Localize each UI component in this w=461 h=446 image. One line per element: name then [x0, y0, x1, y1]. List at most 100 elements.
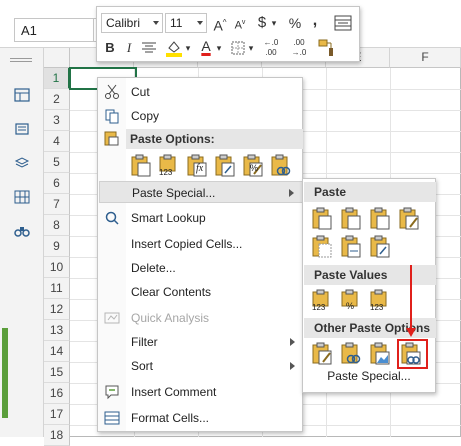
values-number-format-icon[interactable]: % [340, 289, 362, 313]
paste-formulas-icon[interactable] [340, 207, 362, 231]
row-header[interactable]: 11 [44, 278, 70, 299]
paste-icon[interactable] [130, 154, 152, 178]
comment-icon [105, 385, 119, 400]
font-size-value: 11 [170, 16, 183, 30]
wrap-merge-icon[interactable] [333, 15, 353, 31]
cut-label: Cut [131, 85, 150, 99]
row-header[interactable]: 10 [44, 257, 70, 278]
row-header[interactable]: 1 [44, 68, 70, 89]
values-source-formatting-icon[interactable]: 123 [369, 289, 391, 313]
filter-menu-item[interactable]: Filter [99, 331, 303, 353]
currency-button[interactable]: $ [255, 13, 269, 33]
bold-button[interactable]: B [103, 38, 117, 58]
row-header[interactable]: 6 [44, 173, 70, 194]
borders-dropdown-icon[interactable]: ▾ [247, 38, 255, 58]
transpose-icon[interactable] [369, 235, 391, 259]
paste-link-icon[interactable] [270, 154, 292, 178]
font-name-value: Calibri [106, 16, 141, 30]
clear-contents-menu-item[interactable]: Clear Contents [99, 281, 303, 303]
row-header[interactable]: 18 [44, 425, 70, 446]
name-box[interactable]: A1 [14, 18, 94, 42]
keep-source-formatting-icon[interactable] [398, 207, 420, 231]
percent-button[interactable]: % [287, 13, 303, 33]
paste-values-icon[interactable]: 123 [158, 154, 180, 178]
annotation-arrow-line [410, 265, 412, 331]
paste-icon[interactable] [311, 207, 333, 231]
workbook-icon[interactable] [14, 88, 30, 102]
paste-transpose-icon[interactable] [214, 154, 236, 178]
column-header-f[interactable]: F [390, 48, 461, 68]
row-header[interactable]: 5 [44, 152, 70, 173]
copy-menu-item[interactable]: Copy [99, 105, 303, 127]
currency-dropdown-icon[interactable]: ▾ [269, 13, 279, 33]
paste-special-link[interactable]: Paste Special... [303, 369, 435, 383]
no-borders-icon[interactable] [311, 235, 333, 259]
row-header[interactable]: 12 [44, 299, 70, 320]
binoculars-icon[interactable] [14, 224, 30, 238]
borders-icon[interactable] [231, 41, 245, 55]
mini-toolbar: Calibri 11 A^ Av $ ▾ % , B I ▾ A ▾ ▾ ←.0… [96, 6, 360, 62]
row-header[interactable]: 4 [44, 131, 70, 152]
submenu-arrow-icon [290, 338, 295, 346]
shrink-font-button[interactable]: Av [232, 13, 248, 33]
format-cells-menu-item[interactable]: Format Cells... [99, 407, 303, 429]
values-icon[interactable]: 123 [311, 289, 333, 313]
insert-comment-menu-item[interactable]: Insert Comment [99, 381, 303, 403]
grid-view-icon[interactable] [14, 190, 30, 204]
cut-menu-item[interactable]: Cut [99, 81, 303, 103]
select-all-corner[interactable] [44, 48, 70, 68]
row-header[interactable]: 17 [44, 404, 70, 425]
layers-icon[interactable] [14, 156, 30, 170]
paste-formatting-icon[interactable]: % [242, 154, 264, 178]
row-header[interactable]: 2 [44, 89, 70, 110]
paste-section-header: Paste [304, 182, 436, 202]
paste-values-label: 123 [159, 168, 173, 177]
row-header[interactable]: 7 [44, 194, 70, 215]
caret-down-icon: v [241, 19, 246, 26]
row-header[interactable]: 16 [44, 383, 70, 404]
row-header[interactable]: 8 [44, 215, 70, 236]
clipboard-icon [104, 130, 120, 146]
font-size-select[interactable]: 11 [165, 13, 207, 33]
annotation-highlight-box [397, 339, 428, 369]
grow-font-button[interactable]: A^ [212, 13, 228, 34]
formatting-icon[interactable] [311, 342, 333, 366]
picture-icon[interactable] [369, 342, 391, 366]
format-cells-icon [104, 411, 120, 425]
sheets-list-icon[interactable] [14, 122, 30, 136]
row-header[interactable]: 9 [44, 236, 70, 257]
row-header[interactable]: 14 [44, 341, 70, 362]
align-center-icon[interactable] [141, 42, 157, 54]
paste-formulas-number-format-icon[interactable] [369, 207, 391, 231]
font-color-dropdown-icon[interactable]: ▾ [215, 38, 223, 58]
chevron-down-icon [197, 21, 203, 25]
paste-formulas-icon[interactable]: fx [186, 154, 208, 178]
keep-column-widths-icon[interactable] [340, 235, 362, 259]
insert-copied-cells-menu-item[interactable]: Insert Copied Cells... [99, 233, 303, 255]
decrease-decimal-button[interactable]: .00 →.0 [288, 38, 310, 58]
smart-lookup-menu-item[interactable]: Smart Lookup [99, 207, 303, 229]
values-number-format-label: % [346, 301, 355, 311]
italic-button[interactable]: I [123, 38, 135, 58]
scissors-icon [105, 84, 119, 99]
row-header[interactable]: 15 [44, 362, 70, 383]
font-name-select[interactable]: Calibri [101, 13, 163, 33]
increase-decimal-button[interactable]: ←.0.00 [260, 38, 282, 58]
submenu-arrow-icon [290, 362, 295, 370]
font-color-button[interactable]: A [198, 36, 214, 56]
fill-color-icon[interactable] [165, 38, 183, 58]
caret-up-icon: ^ [222, 18, 227, 27]
rail-grip-icon[interactable] [10, 58, 32, 62]
sort-menu-item[interactable]: Sort [99, 355, 303, 377]
fill-color-dropdown-icon[interactable]: ▾ [184, 38, 192, 58]
values-label: 123 [312, 303, 326, 312]
format-painter-icon[interactable] [317, 38, 335, 58]
delete-menu-item[interactable]: Delete... [99, 257, 303, 279]
paste-special-menu-item[interactable]: Paste Special... [99, 181, 303, 203]
quick-analysis-label: Quick Analysis [131, 311, 210, 325]
comma-style-button[interactable]: , [309, 11, 321, 31]
paste-link-icon[interactable] [340, 342, 362, 366]
row-header[interactable]: 13 [44, 320, 70, 341]
row-header[interactable]: 3 [44, 110, 70, 131]
copy-icon [105, 109, 119, 124]
